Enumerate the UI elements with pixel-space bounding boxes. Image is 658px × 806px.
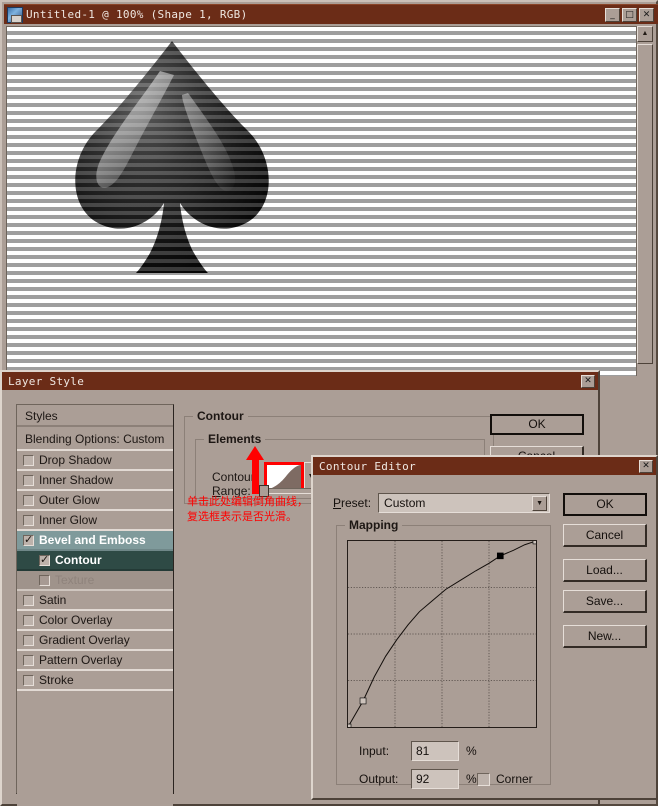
contour-curve-graph[interactable] — [348, 541, 536, 727]
curve-control-point[interactable] — [497, 553, 503, 559]
checkbox-outer-glow[interactable] — [23, 494, 34, 506]
chevron-down-icon[interactable]: ▼ — [532, 496, 548, 511]
checkbox-texture[interactable] — [39, 574, 50, 586]
sidebar-item-label: Pattern Overlay — [39, 653, 123, 667]
elements-group-legend: Elements — [204, 432, 266, 446]
arrow-stem — [252, 458, 259, 494]
spade-shape-svg — [75, 41, 269, 273]
sidebar-item-label: Outer Glow — [39, 493, 100, 507]
preset-label: Preset: — [333, 496, 372, 510]
sidebar-item-outer-glow[interactable]: Outer Glow — [17, 491, 173, 511]
checkbox-drop-shadow[interactable] — [23, 454, 34, 466]
output-unit: % — [466, 772, 477, 786]
curve-control-point[interactable] — [360, 698, 366, 704]
sidebar-item-label: Inner Shadow — [39, 473, 114, 487]
input-label: Input: — [359, 744, 390, 758]
sidebar-item-label: Stroke — [39, 673, 74, 687]
curve-control-point[interactable] — [348, 724, 351, 727]
screen-root: Untitled-1 @ 100% (Shape 1, RGB) _ □ ✕ ▲… — [0, 0, 658, 806]
contour-group-legend: Contour — [193, 409, 248, 423]
preset-row: Preset: Custom ▼ — [333, 493, 551, 513]
styles-list-empty-space — [17, 691, 173, 806]
cancel-button[interactable]: Cancel — [563, 524, 647, 547]
sidebar-item-color-overlay[interactable]: Color Overlay — [17, 611, 173, 631]
sidebar-item-label: Drop Shadow — [39, 453, 112, 467]
checkbox-corner[interactable] — [477, 772, 490, 786]
corner-label: Corner — [496, 772, 533, 786]
close-button[interactable]: ✕ — [639, 7, 654, 22]
preset-dropdown[interactable]: Custom ▼ — [378, 493, 551, 513]
sidebar-item-texture[interactable]: Texture — [17, 571, 173, 591]
layer-style-title: Layer Style — [8, 374, 85, 388]
contour-editor-body: Preset: Custom ▼ Mapping Input: 81 % Out… — [313, 475, 656, 800]
spade-artwork — [62, 35, 282, 290]
output-row: Output: 92 % — [359, 769, 477, 789]
document-vertical-scrollbar[interactable]: ▲ — [636, 26, 653, 376]
sidebar-item-label: Texture — [55, 573, 95, 587]
document-title: Untitled-1 @ 100% (Shape 1, RGB) — [26, 8, 248, 21]
checkbox-inner-shadow[interactable] — [23, 474, 34, 486]
mapping-curve-canvas[interactable] — [347, 540, 537, 728]
output-field[interactable]: 92 — [411, 769, 459, 789]
checkbox-satin[interactable] — [23, 594, 34, 606]
checkbox-stroke[interactable] — [23, 674, 34, 686]
layer-style-titlebar[interactable]: Layer Style ✕ — [2, 372, 598, 390]
sidebar-item-contour[interactable]: Contour — [17, 551, 173, 571]
document-titlebar[interactable]: Untitled-1 @ 100% (Shape 1, RGB) _ □ ✕ — [4, 4, 658, 24]
checkbox-color-overlay[interactable] — [23, 614, 34, 626]
ok-button[interactable]: OK — [490, 414, 584, 435]
scroll-up-icon[interactable]: ▲ — [637, 26, 653, 42]
sidebar-item-label: Gradient Overlay — [39, 633, 130, 647]
preset-selected-value: Custom — [384, 496, 426, 510]
checkbox-pattern-overlay[interactable] — [23, 654, 34, 666]
annotation-arrow-icon — [246, 446, 264, 494]
sidebar-item-inner-shadow[interactable]: Inner Shadow — [17, 471, 173, 491]
sidebar-item-gradient-overlay[interactable]: Gradient Overlay — [17, 631, 173, 651]
input-field[interactable]: 81 — [411, 741, 459, 761]
contour-editor-buttons: OK Cancel Load... Save... New... — [563, 493, 653, 656]
sidebar-item-bevel-and-emboss[interactable]: Bevel and Emboss — [17, 531, 173, 551]
sidebar-item-label: Color Overlay — [39, 613, 113, 627]
ok-button[interactable]: OK — [563, 493, 647, 516]
checkbox-gradient-overlay[interactable] — [23, 634, 34, 646]
output-label: Output: — [359, 772, 399, 786]
checkbox-bevel-and-emboss[interactable] — [23, 533, 34, 546]
sidebar-item-blending-options[interactable]: Blending Options: Custom — [17, 427, 173, 451]
sidebar-item-stroke[interactable]: Stroke — [17, 671, 173, 691]
input-output-fields: Input: 81 % Output: 92 % — [359, 741, 477, 797]
scrollbar-thumb[interactable] — [637, 44, 653, 364]
styles-header: Styles — [17, 405, 173, 427]
contour-editor-dialog: Contour Editor ✕ Preset: Custom ▼ Mappin… — [311, 455, 658, 800]
corner-row[interactable]: Corner — [477, 772, 533, 786]
contour-editor-title: Contour Editor — [319, 459, 416, 473]
input-row: Input: 81 % — [359, 741, 477, 761]
checkbox-inner-glow[interactable] — [23, 514, 34, 526]
sidebar-item-satin[interactable]: Satin — [17, 591, 173, 611]
load-button[interactable]: Load... — [563, 559, 647, 582]
sidebar-item-drop-shadow[interactable]: Drop Shadow — [17, 451, 173, 471]
sidebar-item-label: Satin — [39, 593, 67, 607]
checkbox-contour[interactable] — [39, 553, 50, 566]
mapping-group-legend: Mapping — [345, 518, 403, 532]
sidebar-item-label: Inner Glow — [39, 513, 98, 527]
photoshop-document-icon — [7, 6, 23, 23]
scrollbar-track[interactable] — [637, 42, 653, 376]
contour-editor-titlebar[interactable]: Contour Editor ✕ — [313, 457, 656, 475]
minimize-button[interactable]: _ — [605, 7, 620, 22]
sidebar-item-label: Contour — [55, 553, 102, 567]
maximize-button[interactable]: □ — [622, 7, 637, 22]
close-icon[interactable]: ✕ — [639, 459, 653, 473]
input-unit: % — [466, 744, 477, 758]
mapping-group: Mapping Input: 81 % Output: 92 % Corner — [336, 518, 551, 789]
close-icon[interactable]: ✕ — [581, 374, 595, 388]
document-canvas[interactable] — [6, 26, 638, 376]
save-button[interactable]: Save... — [563, 590, 647, 613]
new-button[interactable]: New... — [563, 625, 647, 648]
styles-list-panel: Styles Blending Options: Custom Drop Sha… — [16, 404, 174, 806]
sidebar-item-label: Bevel and Emboss — [39, 533, 146, 547]
window-controls: _ □ ✕ — [605, 7, 654, 22]
curve-control-point[interactable] — [533, 541, 536, 544]
sidebar-item-pattern-overlay[interactable]: Pattern Overlay — [17, 651, 173, 671]
sidebar-item-inner-glow[interactable]: Inner Glow — [17, 511, 173, 531]
